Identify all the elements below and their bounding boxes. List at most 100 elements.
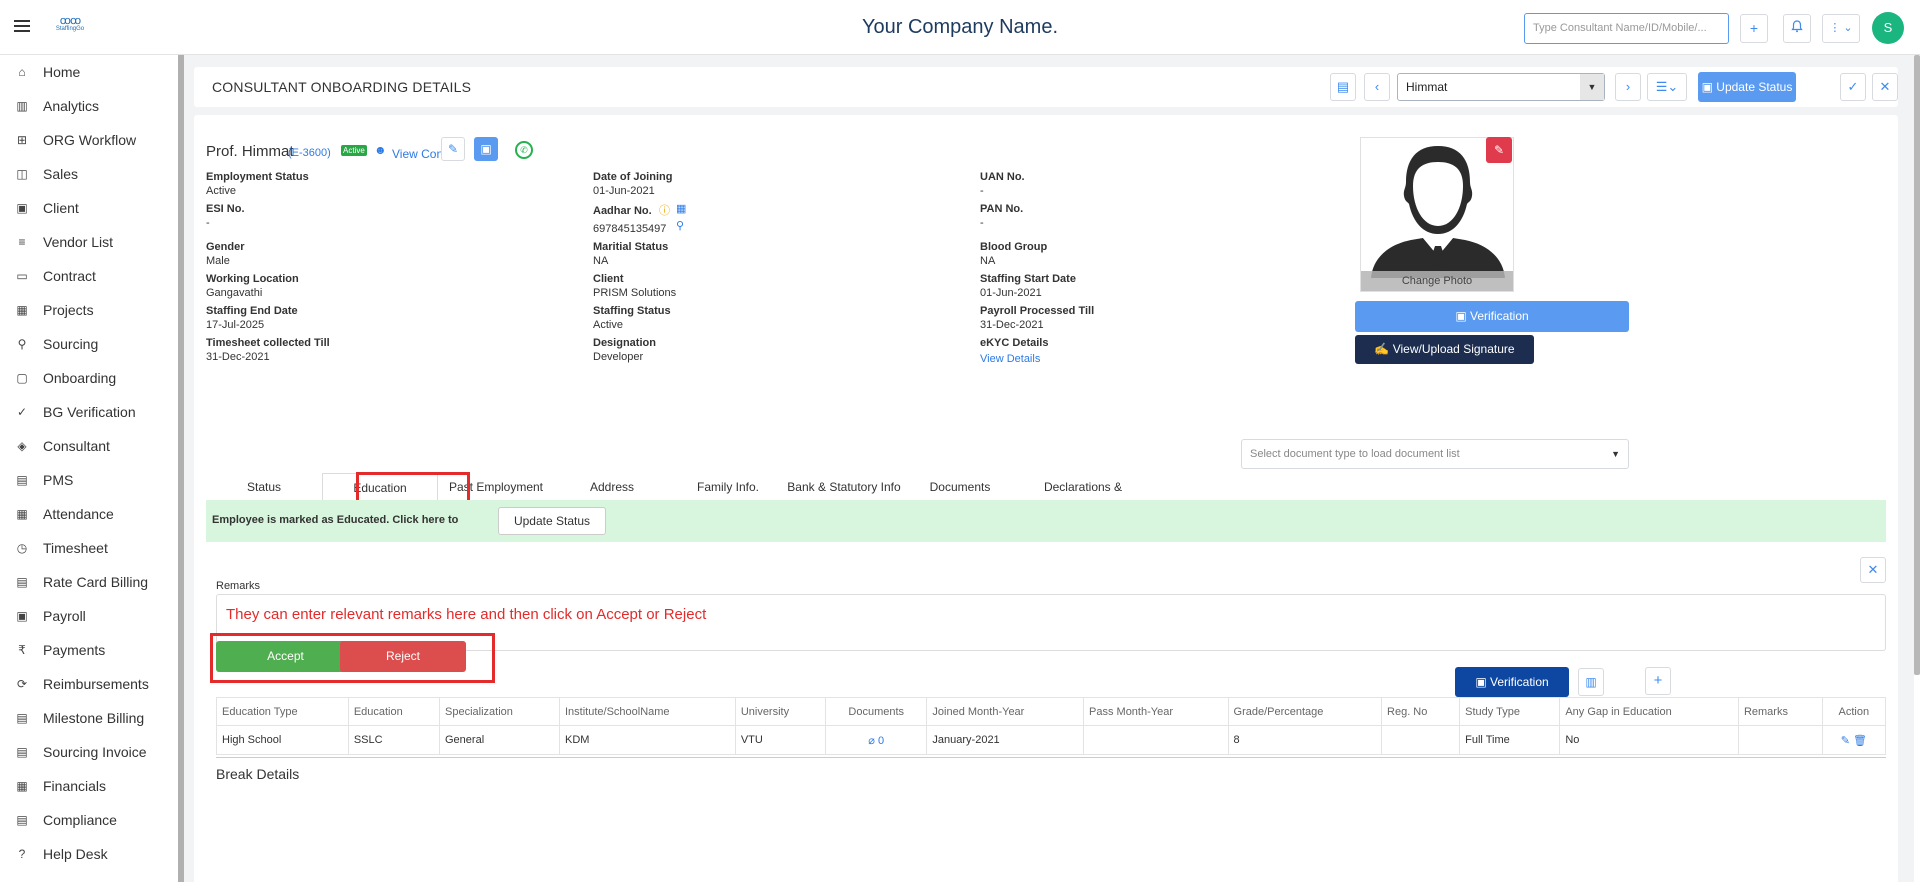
esi-no-value: - [206, 217, 210, 229]
update-status-icon: ▣ [1701, 80, 1717, 94]
analytics-icon: ▥ [16, 99, 28, 113]
close-icon[interactable]: ✕ [1872, 73, 1898, 101]
more-options-icon[interactable]: ⋮ ⌄ [1822, 14, 1860, 43]
chevron-right-icon[interactable]: › [1615, 73, 1641, 101]
pan-no-label: PAN No. [980, 203, 1024, 215]
avatar[interactable]: S [1872, 12, 1904, 44]
contact-card-icon[interactable]: ☻ [374, 143, 387, 157]
sidebar-item-compliance[interactable]: ▤ Compliance [0, 803, 178, 837]
close-remarks-icon[interactable]: ✕ [1860, 557, 1886, 583]
staffing-status-value: Active [593, 319, 623, 331]
chevron-down-icon: ▼ [1580, 74, 1604, 100]
banner-update-status-button[interactable]: Update Status [498, 507, 606, 535]
consultant-select[interactable]: Himmat ▼ [1397, 73, 1605, 101]
sidebar-item-payments[interactable]: ₹ Payments [0, 633, 178, 667]
logo[interactable]: ꝏꝏ StaffingGo [48, 16, 92, 38]
document-type-placeholder: Select document type to load document li… [1250, 448, 1460, 460]
chevron-left-icon[interactable]: ‹ [1364, 73, 1390, 101]
help-circle-icon[interactable]: ⓘ [659, 202, 670, 218]
tab-declarations-references[interactable]: Declarations & References [1018, 473, 1148, 523]
sidebar-item-home[interactable]: ⌂ Home [0, 55, 178, 89]
whatsapp-icon[interactable]: ✆ [515, 141, 533, 159]
bell-icon[interactable] [1783, 14, 1811, 43]
check-circle-icon[interactable]: ✓ [1840, 73, 1866, 101]
sidebar-item-reimbursements[interactable]: ⟳ Reimbursements [0, 667, 178, 701]
projects-icon: ▦ [16, 303, 28, 317]
edit-row-icon[interactable]: ✎ [1841, 735, 1853, 747]
sidebar-item-attendance[interactable]: ▦ Attendance [0, 497, 178, 531]
change-photo-button[interactable]: Change Photo [1361, 271, 1513, 291]
cell-education-type: High School [216, 725, 349, 755]
page-title: CONSULTANT ONBOARDING DETAILS [212, 79, 472, 95]
sidebar-item-label: Reimbursements [43, 676, 149, 692]
sidebar-item-contract[interactable]: ▭ Contract [0, 259, 178, 293]
sidebar-item-label: Milestone Billing [43, 710, 145, 726]
tab-bank-statutory[interactable]: Bank & Statutory Info [786, 473, 902, 502]
tab-status[interactable]: Status [206, 473, 322, 502]
tab-address[interactable]: Address [554, 473, 670, 502]
sidebar-item-bg-verification[interactable]: ✓ BG Verification [0, 395, 178, 429]
consultant-search-input[interactable]: Type Consultant Name/ID/Mobile/... [1524, 13, 1729, 44]
sidebar-item-payroll[interactable]: ▣ Payroll [0, 599, 178, 633]
designation-label: Designation [593, 337, 656, 349]
verification-button[interactable]: ▣ Verification [1355, 301, 1629, 332]
employee-id[interactable]: (E-3600) [288, 147, 331, 159]
sidebar-item-label: BG Verification [43, 404, 136, 420]
staffing-end-date-value: 17-Jul-2025 [206, 319, 265, 331]
sidebar-item-label: Timesheet [43, 540, 108, 556]
cell-grade: 8 [1227, 725, 1383, 755]
document-type-select[interactable]: Select document type to load document li… [1241, 439, 1629, 469]
sidebar-item-timesheet[interactable]: ◷ Timesheet [0, 531, 178, 565]
tab-family-info[interactable]: Family Info. [670, 473, 786, 502]
add-education-icon[interactable]: + [1645, 667, 1671, 695]
status-badge: Active [341, 145, 367, 156]
hamburger-menu-icon[interactable] [14, 20, 30, 32]
page-scrollbar[interactable] [1914, 55, 1920, 675]
sidebar-item-label: Projects [43, 302, 94, 318]
column-header: Any Gap in Education [1559, 697, 1739, 726]
sidebar-item-sales[interactable]: ◫ Sales [0, 157, 178, 191]
tab-documents[interactable]: Documents [902, 473, 1018, 502]
view-upload-signature-button[interactable]: ✍ View/Upload Signature [1355, 335, 1534, 364]
rate-card-icon: ▤ [16, 575, 28, 589]
sidebar-item-projects[interactable]: ▦ Projects [0, 293, 178, 327]
add-icon[interactable]: + [1740, 14, 1768, 43]
consultant-icon: ◈ [17, 439, 27, 453]
vendor-list-icon: ≡ [18, 235, 26, 249]
cell-education: SSLC [347, 725, 441, 755]
sidebar-item-sourcing[interactable]: ⚲ Sourcing [0, 327, 178, 361]
verification-icon: ▣ [1475, 675, 1490, 689]
sidebar-item-analytics[interactable]: ▥ Analytics [0, 89, 178, 123]
education-table: Education Type Education Specialization Ins… [216, 697, 1887, 755]
sidebar-item-help-desk[interactable]: ? Help Desk [0, 837, 178, 871]
workflow-icon: ⊞ [16, 133, 28, 147]
sidebar-item-pms[interactable]: ▤ PMS [0, 463, 178, 497]
sidebar: ⌂ Home ▥ Analytics ⊞ ORG Workflow ◫ Sales ▣ Clien… [0, 55, 178, 882]
sidebar-item-sourcing-invoice[interactable]: ▤ Sourcing Invoice [0, 735, 178, 769]
verify-document-icon[interactable]: ▣ [474, 137, 498, 161]
ekyc-view-details-link[interactable]: View Details [980, 353, 1040, 365]
calendar-icon[interactable]: ▦ [676, 202, 686, 215]
delete-row-icon[interactable]: 🗑 [1853, 735, 1867, 747]
update-status-button[interactable]: ▣ Update Status [1698, 72, 1796, 102]
user-verify-icon[interactable]: ⚲ [676, 219, 684, 232]
bg-verification-icon: ✓ [16, 405, 28, 419]
sidebar-item-onboarding[interactable]: ▢ Onboarding [0, 361, 178, 395]
list-view-icon[interactable]: ▤ [1330, 73, 1356, 101]
reject-button[interactable]: Reject [340, 641, 466, 672]
menu-list-icon[interactable]: ☰⌄ [1647, 73, 1687, 101]
sidebar-item-org-workflow[interactable]: ⊞ ORG Workflow [0, 123, 178, 157]
sidebar-item-milestone-billing[interactable]: ▤ Milestone Billing [0, 701, 178, 735]
column-settings-icon[interactable]: ▥ [1578, 668, 1604, 696]
sidebar-item-vendor-list[interactable]: ≡ Vendor List [0, 225, 178, 259]
sidebar-item-rate-card-billing[interactable]: ▤ Rate Card Billing [0, 565, 178, 599]
education-verification-button[interactable]: ▣ Verification [1455, 667, 1569, 697]
accept-button[interactable]: Accept [216, 641, 355, 672]
sidebar-item-client[interactable]: ▣ Client [0, 191, 178, 225]
photo-edit-icon[interactable]: ✎ [1486, 137, 1512, 163]
sidebar-item-consultant[interactable]: ◈ Consultant [0, 429, 178, 463]
cell-gap: No [1559, 725, 1739, 755]
sidebar-item-financials[interactable]: ▦ Financials [0, 769, 178, 803]
cell-documents[interactable]: ⌀ 0 [825, 725, 928, 755]
edit-pencil-icon[interactable]: ✎ [441, 137, 465, 161]
